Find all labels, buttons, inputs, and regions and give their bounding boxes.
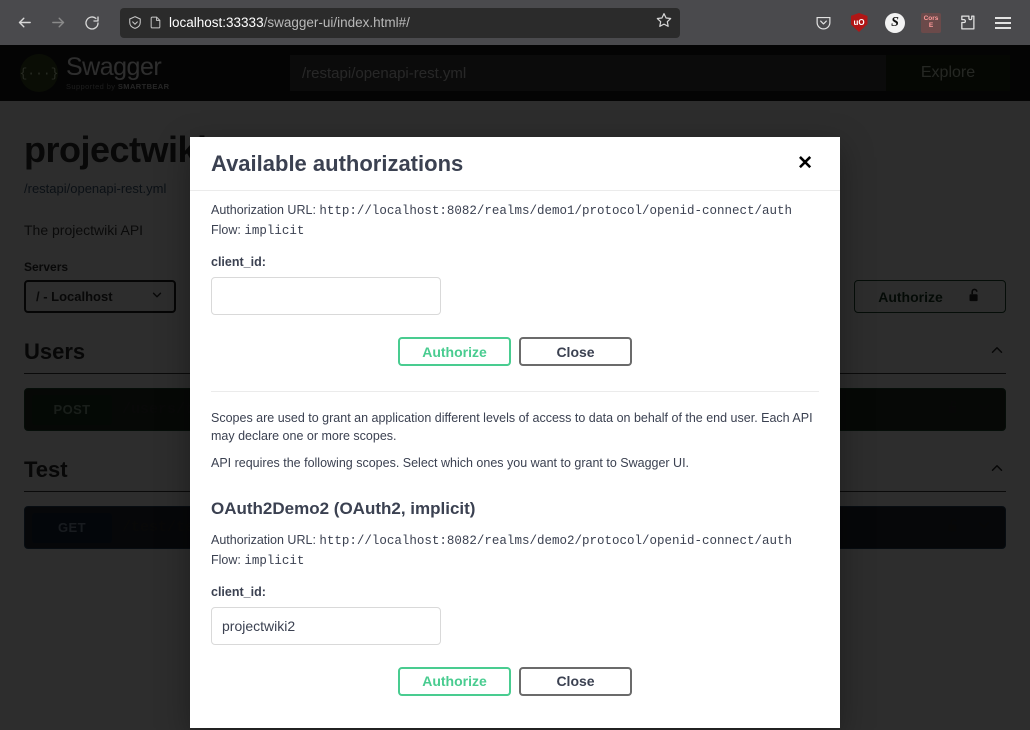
forward-arrow-icon (50, 14, 67, 31)
auth-section-2: OAuth2Demo2 (OAuth2, implicit) Authoriza… (211, 473, 819, 696)
stylus-icon[interactable]: S (882, 10, 908, 36)
client-id-input[interactable]: projectwiki2 (211, 606, 441, 645)
star-bookmark-icon[interactable] (656, 12, 672, 33)
url-path: /swagger-ui/index.html#/ (263, 15, 410, 30)
cors-badge: Cors E (921, 12, 941, 33)
browser-toolbar: localhost:33333/swagger-ui/index.html#/ … (0, 0, 1030, 45)
authorization-url-label: Authorization URL: (211, 532, 316, 547)
address-bar[interactable]: localhost:33333/swagger-ui/index.html#/ (120, 7, 680, 38)
modal-body: Authorization URL: http://localhost:8082… (190, 191, 840, 728)
pocket-icon[interactable] (810, 10, 836, 36)
cors-everywhere-icon[interactable]: Cors E (918, 10, 944, 36)
authorization-url-line: Authorization URL: http://localhost:8082… (211, 533, 819, 548)
authorization-url-value: http://localhost:8082/realms/demo1/proto… (319, 204, 792, 218)
flow-label: Flow: (211, 223, 241, 237)
scopes-description-2: API requires the following scopes. Selec… (211, 456, 690, 470)
client-id-input[interactable] (211, 277, 441, 315)
client-id-label: client_id: (211, 255, 266, 269)
hamburger-menu-icon[interactable] (990, 10, 1016, 36)
ublock-origin-icon[interactable]: uO (846, 10, 872, 36)
forward-button[interactable] (42, 7, 74, 39)
page-info-icon[interactable] (149, 15, 162, 30)
stylus-badge: S (885, 12, 905, 33)
available-authorizations-modal: Available authorizations ✕ Authorization… (190, 137, 840, 728)
scopes-description-1: Scopes are used to grant an application … (211, 411, 813, 443)
url-host: localhost:33333 (169, 15, 264, 30)
flow-line: Flow: implicit (211, 553, 819, 568)
reload-icon (84, 15, 100, 31)
back-arrow-icon (16, 14, 33, 31)
extensions-puzzle-icon[interactable] (954, 10, 980, 36)
hamburger-line (995, 21, 1011, 24)
reload-button[interactable] (76, 7, 108, 39)
auth-section-2-buttons: Authorize Close (211, 666, 819, 696)
modal-title: Available authorizations (211, 150, 464, 176)
cors-badge-bottom: E (928, 21, 934, 29)
authorization-url-label: Authorization URL: (211, 203, 316, 217)
auth-section-2-heading: OAuth2Demo2 (OAuth2, implicit) (211, 498, 476, 518)
client-id-label: client_id: (211, 584, 266, 599)
authorize-button[interactable]: Authorize (398, 666, 511, 696)
extensions-area: uO S Cors E (810, 10, 1022, 36)
flow-line: Flow: implicit (211, 223, 819, 238)
ublock-shield-badge: uO (850, 13, 868, 32)
back-button[interactable] (8, 7, 40, 39)
authorize-button[interactable]: Authorize (398, 337, 511, 366)
modal-header: Available authorizations ✕ (190, 137, 840, 191)
flow-value: implicit (244, 224, 305, 238)
hamburger-line (995, 26, 1011, 29)
page-viewport: {···} Swagger Supported by SMARTBEAR /re… (0, 45, 1030, 730)
auth-section-1: Authorization URL: http://localhost:8082… (211, 191, 819, 366)
hamburger-line (995, 16, 1011, 19)
flow-label: Flow: (211, 552, 241, 567)
close-button[interactable]: Close (519, 337, 632, 366)
auth-section-1-buttons: Authorize Close (211, 337, 819, 366)
close-x-icon[interactable]: ✕ (791, 150, 819, 177)
url-text[interactable]: localhost:33333/swagger-ui/index.html#/ (169, 15, 649, 30)
authorization-url-value: http://localhost:8082/realms/demo2/proto… (319, 533, 792, 548)
tracking-protection-shield-icon[interactable] (128, 15, 142, 30)
close-button[interactable]: Close (519, 666, 632, 696)
section-divider (211, 391, 819, 392)
flow-value: implicit (244, 553, 305, 568)
authorization-url-line: Authorization URL: http://localhost:8082… (211, 203, 819, 218)
